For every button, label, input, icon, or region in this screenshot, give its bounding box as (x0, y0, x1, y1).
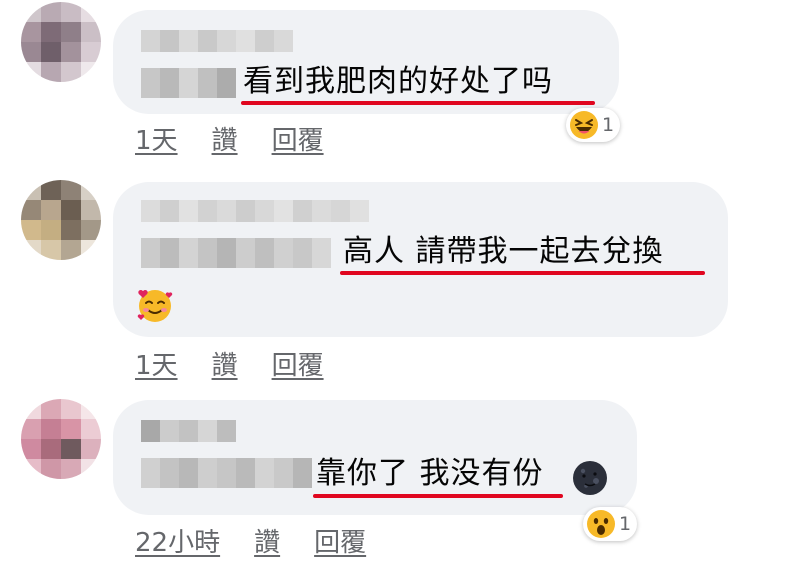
comment-text: 高人 請帶我一起去兌換 (343, 234, 664, 269)
comment-actions: 1天 讚 回覆 (135, 120, 324, 157)
reaction-count: 1 (602, 114, 615, 136)
reaction-badge[interactable]: 1 (566, 108, 621, 142)
red-underline (313, 494, 563, 498)
timestamp-link[interactable]: 22小時 (135, 522, 220, 559)
like-button[interactable]: 讚 (212, 345, 238, 382)
smiling-face-with-hearts-icon (137, 289, 173, 322)
like-button[interactable]: 讚 (254, 522, 280, 559)
timestamp-link[interactable]: 1天 (135, 120, 178, 157)
new-moon-face-icon (573, 461, 607, 495)
avatar[interactable] (21, 2, 101, 82)
blurred-text (141, 458, 312, 488)
red-underline (340, 271, 705, 275)
surprised-face-icon (587, 510, 615, 538)
reply-button[interactable]: 回覆 (272, 120, 324, 157)
reply-button[interactable]: 回覆 (272, 345, 324, 382)
comment-bubble: 高人 請帶我一起去兌換 (113, 182, 728, 337)
reaction-badge[interactable]: 1 (583, 507, 638, 541)
comment-text: 靠你了 我没有份 (316, 456, 544, 491)
avatar[interactable] (21, 399, 101, 479)
comment-text: 看到我肥肉的好处了吗 (243, 64, 553, 99)
red-underline (241, 101, 595, 105)
laughing-face-icon (570, 111, 598, 139)
like-button[interactable]: 讚 (212, 120, 238, 157)
comment-bubble: 靠你了 我没有份 (113, 400, 637, 515)
comment-actions: 1天 讚 回覆 (135, 345, 324, 382)
comment-bubble: 看到我肥肉的好处了吗 (113, 10, 619, 114)
blurred-username (141, 420, 236, 442)
comment-actions: 22小時 讚 回覆 (135, 522, 366, 559)
reaction-count: 1 (619, 513, 632, 535)
blurred-text (141, 68, 236, 98)
avatar[interactable] (21, 180, 101, 260)
blurred-username (141, 200, 369, 222)
timestamp-link[interactable]: 1天 (135, 345, 178, 382)
reply-button[interactable]: 回覆 (314, 522, 366, 559)
blurred-text (141, 238, 331, 268)
blurred-username (141, 30, 293, 52)
